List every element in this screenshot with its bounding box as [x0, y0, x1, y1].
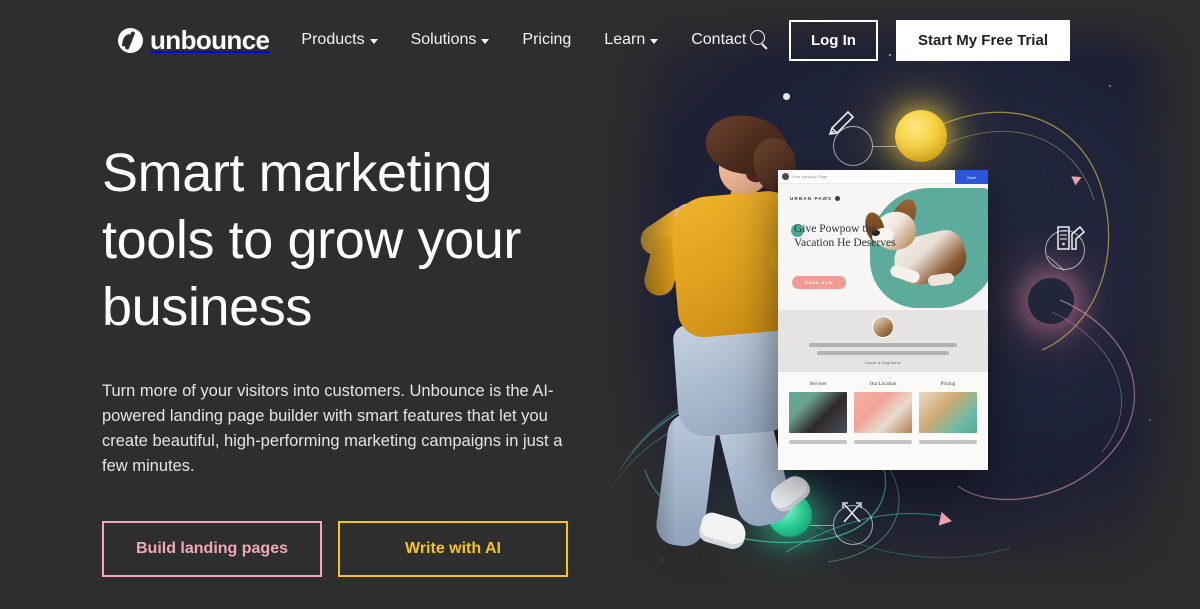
mockup-text-placeholder [817, 351, 949, 355]
mockup-brand-name: URBAN PAWS [790, 196, 841, 201]
mockup-card[interactable]: Our Location [854, 382, 912, 470]
mockup-caption: Owner & Dog Name [865, 360, 901, 365]
mockup-headline: Give Powpow the Vacation He Deserves [794, 223, 896, 249]
hero-description: Turn more of your visitors into customer… [102, 382, 563, 475]
mockup-cards-section: Services Our Location Pricing [778, 372, 988, 470]
yellow-glow-orb [881, 96, 961, 176]
nav-item-products[interactable]: Products [301, 31, 378, 49]
mockup-browser-bar: Your Landing Page Save [778, 170, 988, 184]
brand-name: unbounce [150, 24, 270, 55]
mockup-card-title: Pricing [940, 382, 956, 387]
mockup-book-now-button[interactable]: BOOK NOW [792, 276, 846, 289]
mockup-card-bar [854, 440, 912, 444]
mockup-hero-section: URBAN PAWS Give Powpow the Vacation He D… [778, 184, 988, 310]
login-button[interactable]: Log In [788, 19, 878, 61]
nav-label: Solutions [410, 31, 477, 48]
brand-logo[interactable]: unbounce [118, 24, 270, 56]
nav-item-solutions[interactable]: Solutions [411, 31, 490, 49]
mockup-brand-mark-icon [835, 196, 841, 201]
mockup-browser-title: Your Landing Page [792, 174, 828, 179]
decor-pink-triangle [938, 511, 954, 529]
nav-item-contact[interactable]: Contact [691, 31, 746, 49]
nav-actions: Log In Start My Free Trial [747, 19, 1070, 61]
chevron-down-icon [650, 38, 659, 44]
mockup-brand-label: URBAN PAWS [790, 196, 833, 201]
nav-label: Contact [691, 31, 747, 48]
mockup-card-title: Our Location [869, 382, 897, 387]
pen-tool-connector [873, 146, 897, 148]
mockup-save-button[interactable]: Save [955, 170, 988, 184]
mockup-card-image [919, 392, 977, 433]
nav-links: Products Solutions Pricing Learn Contact [301, 31, 746, 49]
mockup-logo-dot [782, 173, 789, 180]
nav-label: Pricing [522, 31, 572, 48]
mockup-testimonial-section: Owner & Dog Name [778, 310, 988, 372]
mockup-card[interactable]: Services [789, 382, 847, 470]
chevron-down-icon [369, 38, 378, 44]
mockup-card-bar [789, 440, 847, 444]
color-palette-icon [1057, 225, 1086, 250]
decor-pink-triangle-small [1071, 172, 1084, 186]
mockup-card-bar [919, 440, 977, 444]
mockup-card-title: Services [809, 382, 827, 387]
nav-item-pricing[interactable]: Pricing [522, 31, 571, 49]
mockup-avatar [872, 316, 894, 338]
landing-page-mockup: Your Landing Page Save URBAN PAWS Give P… [778, 170, 988, 470]
pink-glow-orb [1028, 278, 1074, 324]
write-with-ai-button[interactable]: Write with AI [338, 521, 568, 577]
mockup-card-image [789, 392, 847, 433]
build-landing-pages-button[interactable]: Build landing pages [102, 521, 322, 577]
hero-illustration: Your Landing Page Save URBAN PAWS Give P… [590, 0, 1200, 609]
decor-white-dot [783, 93, 790, 100]
nav-item-learn[interactable]: Learn [604, 31, 659, 49]
search-icon[interactable] [747, 28, 771, 52]
landing-page-root: Your Landing Page Save URBAN PAWS Give P… [0, 0, 1200, 609]
unbounce-logo-icon [118, 27, 143, 53]
mockup-text-placeholder [809, 343, 957, 347]
hero-copy: Smart marketing tools to grow your busin… [102, 140, 602, 577]
start-free-trial-button[interactable]: Start My Free Trial [895, 19, 1070, 61]
mockup-card-image [854, 392, 912, 433]
nav-label: Products [301, 31, 365, 48]
nav-label: Learn [604, 31, 646, 48]
page-title: Smart marketing tools to grow your busin… [102, 143, 521, 337]
hero-cta-row: Build landing pages Write with AI [102, 521, 602, 577]
chevron-down-icon [481, 38, 490, 44]
mockup-card[interactable]: Pricing [919, 382, 977, 470]
main-navigation: unbounce Products Solutions Pricing Lear… [0, 0, 1200, 80]
